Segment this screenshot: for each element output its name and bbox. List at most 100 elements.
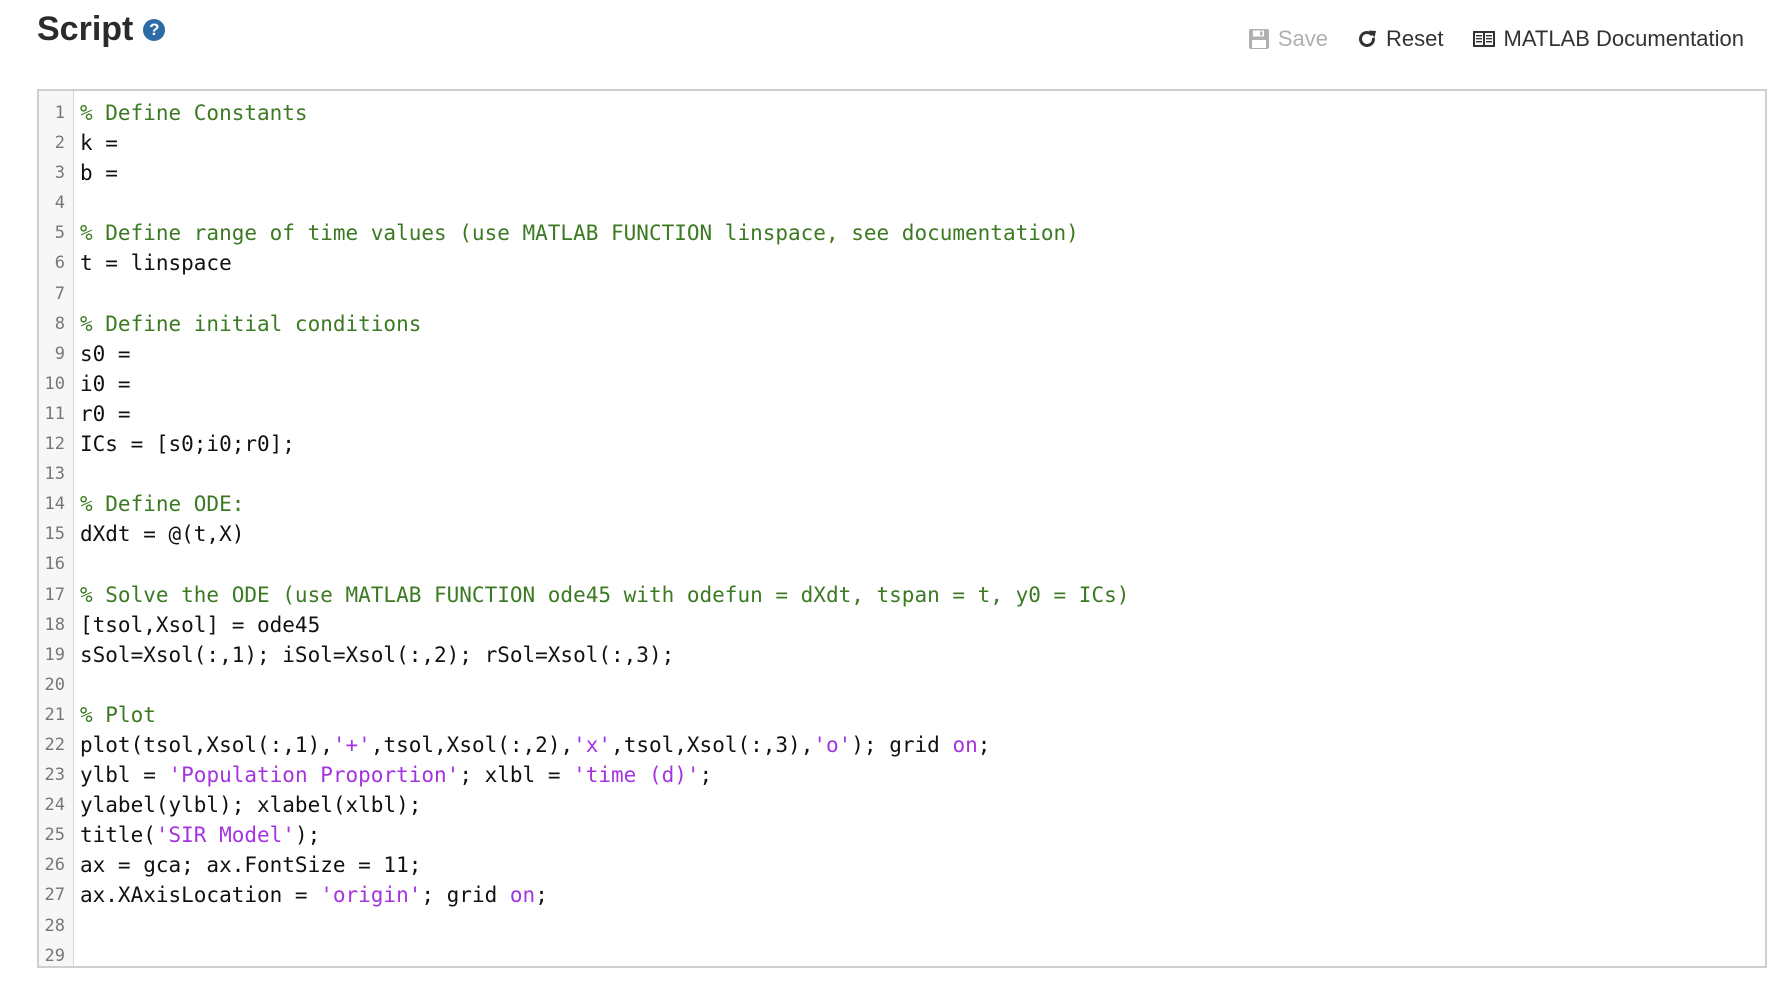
line-number: 24 (44, 795, 65, 816)
code-string: '+' (332, 732, 371, 757)
code-token: ); grid (851, 732, 953, 757)
line-number: 16 (44, 554, 65, 575)
code-text: ylbl = 'Population Proportion'; xlbl = '… (80, 760, 712, 790)
code-text: ax = gca; ax.FontSize = 11; (80, 850, 421, 880)
code-token: title( (80, 823, 156, 848)
save-icon (1248, 28, 1270, 50)
code-line[interactable]: 11 r0 = (39, 399, 1765, 429)
code-line[interactable]: 4 (39, 188, 1765, 218)
code-string: on (509, 883, 536, 908)
code-line[interactable]: 10 i0 = (39, 369, 1765, 399)
code-token: ; (699, 763, 713, 788)
code-text: % Define Constants (80, 98, 308, 128)
line-number: 14 (44, 494, 65, 515)
code-text: dXdt = @(t,X) (80, 519, 244, 549)
code-comment: % Plot (80, 702, 156, 727)
line-number: 8 (54, 313, 65, 334)
code-line[interactable]: 20 (39, 670, 1765, 700)
code-token: ylabel(ylbl); xlabel(xlbl); (80, 793, 422, 818)
code-text: % Plot (80, 700, 156, 730)
code-line[interactable]: 3 b = (39, 158, 1765, 188)
code-line[interactable]: 2 k = (39, 128, 1765, 158)
line-number: 15 (44, 524, 65, 545)
line-number: 11 (44, 403, 65, 424)
code-token: ,tsol,Xsol(:,3), (611, 732, 814, 757)
save-button[interactable]: Save (1248, 26, 1328, 52)
line-number: 23 (44, 765, 65, 786)
line-number: 3 (54, 163, 65, 184)
code-string: 'x' (573, 732, 612, 757)
code-line[interactable]: 18 [tsol,Xsol] = ode45 (39, 610, 1765, 640)
script-header: Script ? Save Reset MATLAB Documentation (0, 0, 1784, 75)
line-number: 22 (44, 734, 65, 755)
code-text: % Define ODE: (80, 489, 244, 519)
line-number: 26 (44, 855, 65, 876)
book-icon (1472, 29, 1496, 49)
code-text: [tsol,Xsol] = ode45 (80, 610, 320, 640)
code-line[interactable]: 29 (39, 941, 1765, 966)
line-number: 29 (44, 945, 65, 966)
code-token: s0 = (80, 341, 144, 366)
line-number: 5 (54, 223, 65, 244)
code-line[interactable]: 27 ax.XAxisLocation = 'origin'; grid on; (39, 880, 1765, 910)
code-comment: % Define ODE: (80, 492, 245, 517)
code-text: s0 = (80, 339, 143, 369)
code-editor[interactable]: 1 % Define Constants 2 k = 3 b = 4 5 % Define … (37, 89, 1767, 968)
code-line[interactable]: 21 % Plot (39, 700, 1765, 730)
code-line[interactable]: 19 sSol=Xsol(:,1); iSol=Xsol(:,2); rSol=X… (39, 640, 1765, 670)
code-text: r0 = (80, 399, 143, 429)
code-line[interactable]: 12 ICs = [s0;i0;r0]; (39, 429, 1765, 459)
code-line[interactable]: 16 (39, 549, 1765, 579)
code-line[interactable]: 28 (39, 911, 1765, 941)
code-line[interactable]: 13 (39, 459, 1765, 489)
line-number: 25 (44, 825, 65, 846)
code-text: % Solve the ODE (use MATLAB FUNCTION ode… (80, 580, 1129, 610)
code-token: t = linspace (80, 251, 232, 276)
code-token: r0 = (80, 401, 144, 426)
code-line[interactable]: 17 % Solve the ODE (use MATLAB FUNCTION o… (39, 580, 1765, 610)
code-token: b = (80, 161, 131, 186)
code-comment: % Define initial conditions (80, 311, 422, 336)
code-text: ICs = [s0;i0;r0]; (80, 429, 295, 459)
code-line[interactable]: 15 dXdt = @(t,X) (39, 519, 1765, 549)
code-comment: % Solve the ODE (use MATLAB FUNCTION ode… (80, 582, 1130, 607)
line-number: 27 (44, 885, 65, 906)
code-text: % Define initial conditions (80, 309, 421, 339)
code-line[interactable]: 1 % Define Constants (39, 98, 1765, 128)
help-icon[interactable]: ? (143, 18, 166, 41)
code-line[interactable]: 9 s0 = (39, 339, 1765, 369)
script-toolbar: Save Reset MATLAB Documentation (1248, 22, 1744, 56)
line-number: 1 (54, 103, 65, 123)
code-line[interactable]: 23 ylbl = 'Population Proportion'; xlbl =… (39, 760, 1765, 790)
reset-button[interactable]: Reset (1356, 26, 1444, 52)
matlab-documentation-link[interactable]: MATLAB Documentation (1472, 26, 1744, 52)
code-text: sSol=Xsol(:,1); iSol=Xsol(:,2); rSol=Xso… (80, 640, 674, 670)
line-number: 20 (44, 674, 65, 695)
code-line[interactable]: 6 t = linspace (39, 248, 1765, 278)
code-line[interactable]: 26 ax = gca; ax.FontSize = 11; (39, 850, 1765, 880)
code-line[interactable]: 14 % Define ODE: (39, 489, 1765, 519)
line-number: 9 (54, 343, 65, 364)
code-comment: % Define range of time values (use MATLA… (80, 221, 1079, 246)
code-token: ; (977, 732, 991, 757)
line-number: 10 (44, 373, 65, 394)
code-line[interactable]: 25 title('SIR Model'); (39, 820, 1765, 850)
code-token: ); (294, 823, 321, 848)
page-title: Script ? (37, 10, 166, 49)
code-token: i0 = (80, 371, 144, 396)
code-line[interactable]: 24 ylabel(ylbl); xlabel(xlbl); (39, 790, 1765, 820)
code-line[interactable]: 8 % Define initial conditions (39, 309, 1765, 339)
code-line[interactable]: 22 plot(tsol,Xsol(:,1),'+',tsol,Xsol(:,2)… (39, 730, 1765, 760)
code-token: ax = gca; ax.FontSize = 11; (80, 853, 422, 878)
code-line[interactable]: 5 % Define range of time values (use MATL… (39, 218, 1765, 248)
code-text: ax.XAxisLocation = 'origin'; grid on; (80, 880, 548, 910)
code-text: k = (80, 128, 131, 158)
code-token: sSol=Xsol(:,1); iSol=Xsol(:,2); rSol=Xso… (80, 642, 675, 667)
code-text: plot(tsol,Xsol(:,1),'+',tsol,Xsol(:,2),'… (80, 730, 990, 760)
line-number: 18 (44, 614, 65, 635)
code-string: 'origin' (320, 883, 422, 908)
code-line[interactable]: 7 (39, 279, 1765, 309)
code-token: ,tsol,Xsol(:,2), (370, 732, 574, 757)
code-text: i0 = (80, 369, 143, 399)
reset-icon (1356, 28, 1378, 50)
